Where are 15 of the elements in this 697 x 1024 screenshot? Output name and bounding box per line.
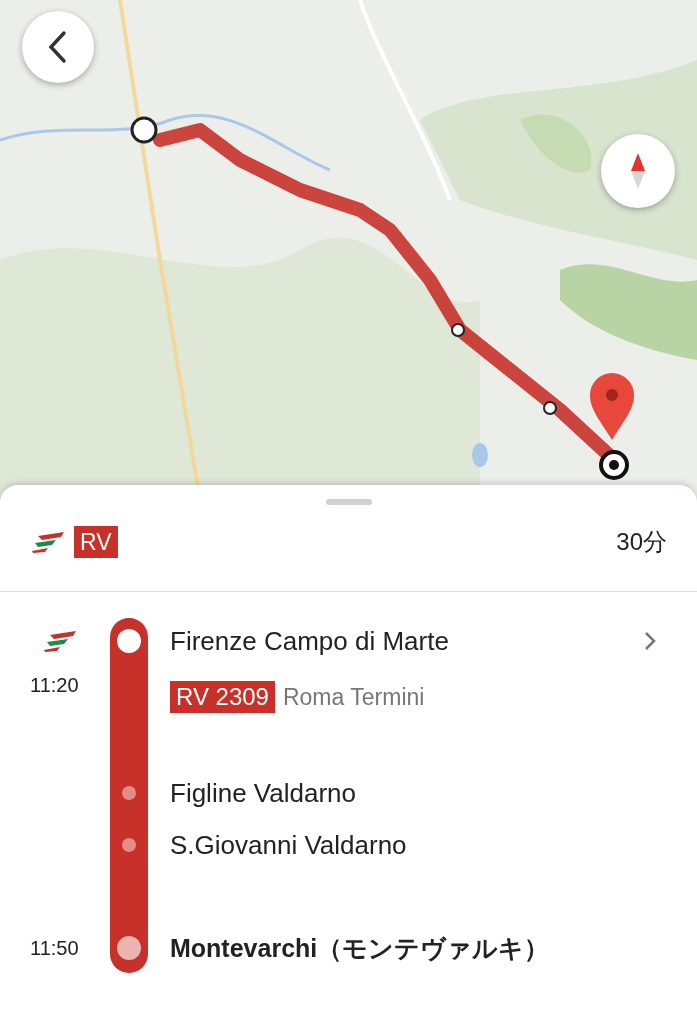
departure-station: Firenze Campo di Marte [170, 625, 450, 657]
train-type-label: RV [74, 526, 118, 558]
trip-duration: 30分 [616, 527, 667, 557]
drag-handle[interactable] [325, 499, 372, 505]
train-logo-icon [42, 629, 78, 653]
stop-station: S.Giovanni Valdarno [170, 829, 408, 861]
train-number-label: RV 2309 [170, 681, 275, 713]
train-logo-icon [30, 530, 66, 554]
train-destination: Roma Termini [282, 683, 425, 711]
compass-icon [628, 151, 648, 191]
stop-station: Figline Valdarno [170, 777, 357, 809]
departure-time: 11:20 [29, 673, 80, 698]
arrival-time: 11:50 [29, 936, 80, 961]
arrival-station: Montevarchi（モンテヴァルキ） [170, 932, 551, 964]
chevron-icon[interactable] [643, 630, 657, 652]
